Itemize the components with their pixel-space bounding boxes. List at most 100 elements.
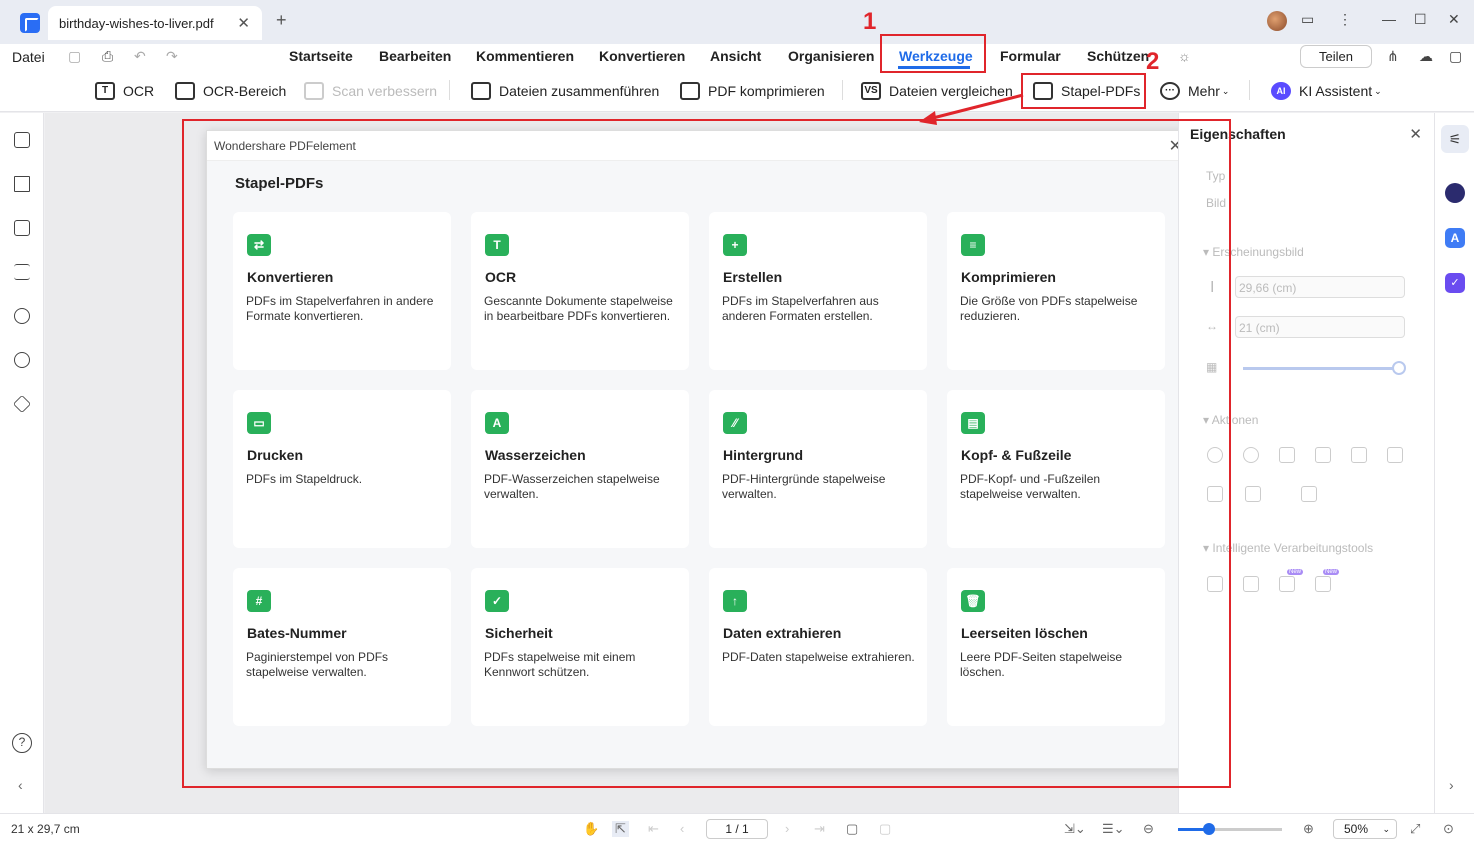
comment-icon[interactable] (14, 220, 30, 236)
new-tab-button[interactable]: + (276, 10, 287, 31)
save-icon[interactable]: ▢ (68, 48, 81, 65)
previous-page-icon[interactable]: ‹ (680, 821, 684, 836)
share-network-icon[interactable]: ⋔ (1387, 48, 1399, 65)
cloud-upload-icon[interactable]: ☁ (1419, 48, 1433, 65)
scan-improve-button[interactable]: Scan verbessern (304, 81, 437, 101)
annotation-arrow (919, 93, 1024, 125)
menu-ansicht[interactable]: Ansicht (710, 48, 761, 64)
first-page-icon[interactable]: ⇤ (648, 821, 659, 837)
document-tab[interactable]: birthday-wishes-to-liver.pdf ✕ (48, 6, 262, 40)
collapse-left-icon[interactable]: ‹ (18, 777, 23, 793)
last-page-icon[interactable]: ⇥ (814, 821, 825, 837)
fit-page-icon[interactable]: ▢ (846, 821, 858, 837)
properties-sliders-icon[interactable]: ⚟ (1441, 125, 1469, 153)
pdfelement-logo-icon (20, 13, 40, 33)
page-fit-dropdown-icon[interactable]: ⇲⌄ (1064, 821, 1086, 837)
ai-chatbot-icon[interactable] (1445, 183, 1465, 203)
width-field[interactable]: 21 (cm) (1235, 316, 1405, 338)
rotate-right-icon[interactable] (1243, 447, 1259, 463)
new-badge: New (1323, 569, 1340, 575)
zoom-value: 50% (1344, 822, 1369, 836)
image-translate-icon[interactable] (1243, 576, 1259, 592)
right-tool-strip: ⚟ A ✓ › (1434, 113, 1474, 813)
search-icon[interactable] (14, 352, 30, 368)
opacity-slider-handle[interactable] (1392, 361, 1406, 375)
align-left-icon[interactable] (1245, 486, 1261, 502)
undo-icon[interactable]: ↶ (134, 48, 146, 65)
print-icon[interactable]: ⎙ (102, 48, 113, 65)
scanner-icon (304, 82, 324, 100)
document-tab-title: birthday-wishes-to-liver.pdf (59, 16, 214, 31)
menu-kommentieren[interactable]: Kommentieren (476, 48, 574, 64)
fullscreen-icon[interactable]: ⤢ (1410, 821, 1420, 837)
compress-icon (680, 82, 700, 100)
ai-icon: AI (1271, 82, 1291, 100)
zoom-out-icon[interactable]: ⊖ (1143, 821, 1154, 837)
annotation-step-2: 2 (1146, 48, 1160, 75)
close-properties-icon[interactable]: ✕ (1409, 125, 1422, 143)
compare-icon: VS (861, 82, 881, 100)
menu-bar: Datei ▢ ⎙ ↶ ↷ Startseite Bearbeiten Komm… (0, 44, 1474, 72)
zoom-in-icon[interactable]: ⊕ (1303, 821, 1314, 837)
ocr-label: OCR (123, 83, 155, 99)
message-icon[interactable]: ▭ (1301, 11, 1314, 28)
reading-mode-icon[interactable]: ⊙ (1443, 821, 1454, 837)
avatar[interactable] (1267, 11, 1287, 31)
crop-icon[interactable] (1351, 447, 1367, 463)
more-button[interactable]: ··· Mehr ⌄ (1160, 81, 1229, 101)
more-vertical-icon[interactable]: ⋮ (1338, 11, 1352, 28)
page-number-input[interactable]: 1 / 1 (706, 819, 768, 839)
list-icon[interactable] (14, 264, 30, 280)
flip-vertical-icon[interactable] (1315, 447, 1331, 463)
collapse-right-icon[interactable]: › (1449, 777, 1454, 793)
more-label: Mehr (1188, 83, 1220, 99)
maximize-icon[interactable]: ☐ (1414, 11, 1427, 28)
hand-tool-icon[interactable]: ✋ (583, 821, 599, 837)
image-remove-bg-icon[interactable] (1315, 576, 1331, 592)
ocr-area-button[interactable]: OCR-Bereich (175, 81, 286, 101)
compress-pdf-button[interactable]: PDF komprimieren (680, 81, 825, 101)
next-page-icon[interactable]: › (785, 821, 789, 836)
new-badge: New (1287, 569, 1304, 575)
menu-organisieren[interactable]: Organisieren (788, 48, 874, 64)
select-tool-icon[interactable]: ⇱ (612, 821, 629, 837)
page-layout-dropdown-icon[interactable]: ☰⌄ (1102, 821, 1125, 837)
ai-assistant-button[interactable]: AI KI Assistent ⌄ (1271, 81, 1382, 101)
attachment-icon[interactable] (14, 308, 30, 324)
zoom-slider-handle[interactable] (1203, 823, 1215, 835)
flip-horizontal-icon[interactable] (1279, 447, 1295, 463)
zoom-level-select[interactable]: 50% ⌄ (1333, 819, 1397, 839)
share-button[interactable]: Teilen (1300, 45, 1372, 68)
height-field[interactable]: 29,66 (cm) (1235, 276, 1405, 298)
annotation-box-werkzeuge (880, 34, 986, 73)
menu-konvertieren[interactable]: Konvertieren (599, 48, 685, 64)
menu-file[interactable]: Datei (12, 49, 45, 65)
merge-icon (471, 82, 491, 100)
image-enhance-icon[interactable] (1279, 576, 1295, 592)
close-tab-icon[interactable]: ✕ (237, 14, 250, 32)
ocr-area-label: OCR-Bereich (203, 83, 287, 99)
menu-startseite[interactable]: Startseite (289, 48, 353, 64)
menu-bearbeiten[interactable]: Bearbeiten (379, 48, 451, 64)
redo-icon[interactable]: ↷ (166, 48, 178, 65)
smart-tools-label: Intelligente Verarbeitungstools (1212, 541, 1374, 555)
close-window-icon[interactable]: ✕ (1448, 11, 1460, 28)
checklist-icon[interactable]: ✓ (1445, 273, 1465, 293)
replace-image-icon[interactable] (1387, 447, 1403, 463)
bookmark-icon[interactable] (14, 176, 30, 192)
merge-files-button[interactable]: Dateien zusammenführen (471, 81, 659, 101)
window-layout-icon[interactable]: ▢ (1449, 48, 1462, 65)
page-thumbnail-icon[interactable] (14, 132, 30, 148)
ocr-area-icon (175, 82, 195, 100)
ocr-button[interactable]: T OCR (95, 81, 154, 101)
opacity-slider[interactable] (1243, 367, 1399, 370)
minimize-icon[interactable]: — (1382, 11, 1396, 27)
lightbulb-icon[interactable]: ☼ (1178, 48, 1191, 64)
rotate-page-icon[interactable]: ▢ (879, 821, 891, 837)
menu-formular[interactable]: Formular (1000, 48, 1061, 64)
help-icon[interactable]: ? (12, 733, 32, 753)
distribute-icon[interactable] (1301, 486, 1317, 502)
layers-icon[interactable] (12, 394, 32, 414)
translate-icon[interactable]: A (1445, 228, 1465, 248)
menu-schuetzen[interactable]: Schützen (1087, 48, 1149, 64)
